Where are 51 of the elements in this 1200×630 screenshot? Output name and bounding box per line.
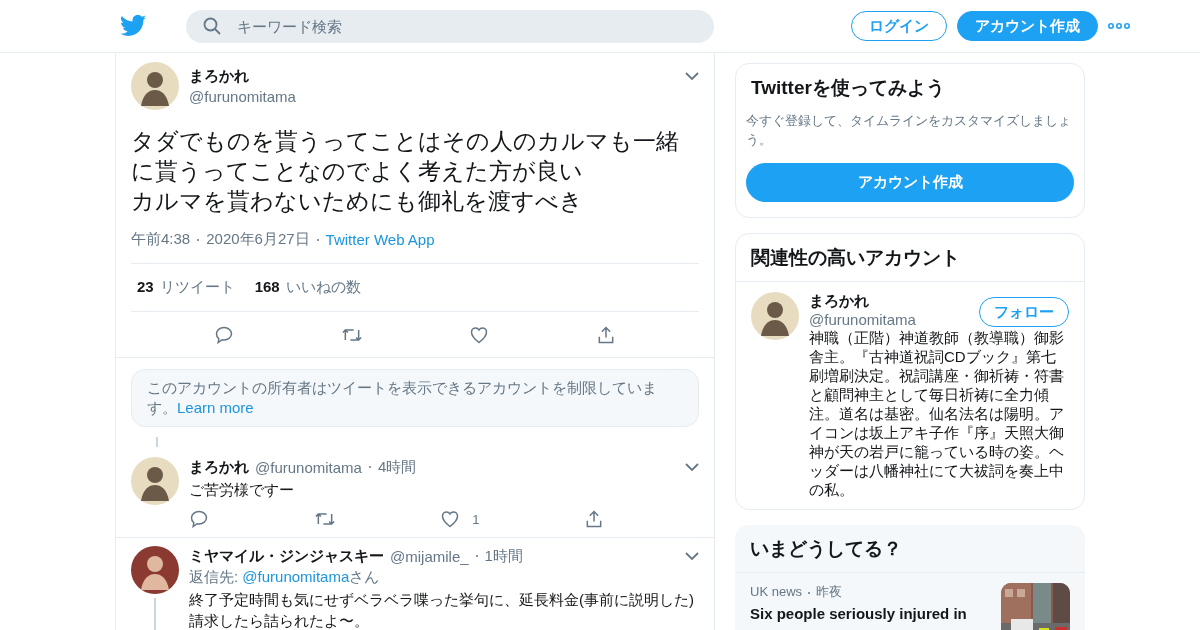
honorific: さん <box>349 568 380 585</box>
timestamp[interactable]: 1時間 <box>484 546 523 566</box>
tweet-text: カルマを貰わないためにも御礼を渡すべき <box>131 187 584 216</box>
learn-more-link[interactable]: Learn more <box>177 399 254 416</box>
mention-link[interactable]: @furunomitama <box>242 568 350 585</box>
signup-button[interactable]: アカウント作成 <box>746 163 1074 202</box>
user-handle[interactable]: @furunomitama <box>809 311 916 328</box>
avatar[interactable] <box>131 62 179 110</box>
user-name[interactable]: まろかれ <box>189 457 249 477</box>
bird-logo-icon[interactable] <box>120 15 146 37</box>
avatar[interactable] <box>131 457 179 505</box>
user-name[interactable]: まろかれ <box>809 292 916 311</box>
user-handle[interactable]: @furunomitama <box>189 88 296 105</box>
search-field[interactable]: キーワード検索 <box>186 9 714 43</box>
trend-headline[interactable]: Six people seriously injured in <box>750 605 991 622</box>
signup-button[interactable]: アカウント作成 <box>957 11 1098 41</box>
card-title: いまどうしてる？ <box>735 525 1085 573</box>
user-name[interactable]: ミヤマイル・ジンジャスキー <box>189 546 384 566</box>
source-link[interactable]: Twitter Web App <box>325 231 435 248</box>
user-handle[interactable]: @furunomitama <box>255 458 362 476</box>
heart-icon[interactable] <box>440 509 461 529</box>
trend-source: UK news <box>750 584 803 599</box>
avatar[interactable] <box>751 292 799 340</box>
reply-text: 終了予定時間も気にせずベラベラ喋った挙句に、延長料金(事前に説明した)請求したら詰られたよ〜。 <box>189 590 695 630</box>
retweet-stat[interactable]: 23 リツイート <box>137 278 235 297</box>
avatar[interactable] <box>131 546 179 594</box>
chevron-down-icon[interactable] <box>685 551 699 561</box>
reply-text: ご苦労様ですー <box>189 480 295 500</box>
chevron-down-icon[interactable] <box>685 71 699 81</box>
reply-icon[interactable] <box>214 325 235 345</box>
tweet-time[interactable]: 午前4:38 <box>131 230 191 249</box>
profile-bio: 神職（正階）神道教師（教導職）御影舎主。『古神道祝詞CDブック』第七刷増刷決定。祝詞講座・御祈祷・符書と顧問神主として毎日祈祷に全力傾注。道名は基密。仙名法名は陽明。アイコンは坂上アキ子作『序』天照大御神が天の岩戸に籠っている時の姿。ヘッダーは八幡神社にて大祓詞を奏上中の私。 <box>809 328 1065 499</box>
heart-icon[interactable] <box>469 325 490 345</box>
tweet-text: タダでものを貰うってことはその人のカルマも一緒に貰うってことなのでよく考えた方が良い <box>131 127 680 186</box>
tweet-date[interactable]: 2020年6月27日 <box>206 230 310 249</box>
timestamp[interactable]: 4時間 <box>377 457 417 477</box>
user-handle[interactable]: @mijamile_ <box>390 547 469 565</box>
follow-button[interactable]: フォロー <box>979 297 1069 327</box>
user-name[interactable]: まろかれ <box>189 67 296 86</box>
trend-time: 昨夜 <box>816 584 843 599</box>
more-icon[interactable] <box>1108 23 1130 29</box>
notice-text: このアカウントの所有者はツイートを表示できるアカウントを制限しています。Learn more <box>147 379 657 416</box>
login-button[interactable]: ログイン <box>851 11 947 41</box>
like-stat[interactable]: 168 いいねの数 <box>254 278 361 297</box>
reply-icon[interactable] <box>189 509 209 529</box>
reply-label: 返信先: <box>189 568 239 585</box>
signup-text: 今すぐ登録して、タイムラインをカスタマイズしましょう。 <box>745 112 1072 149</box>
card-title: Twitterを使ってみよう <box>750 76 946 100</box>
chevron-down-icon[interactable] <box>685 462 699 472</box>
like-count: 1 <box>472 511 480 527</box>
card-title: 関連性の高いアカウント <box>736 234 1084 282</box>
